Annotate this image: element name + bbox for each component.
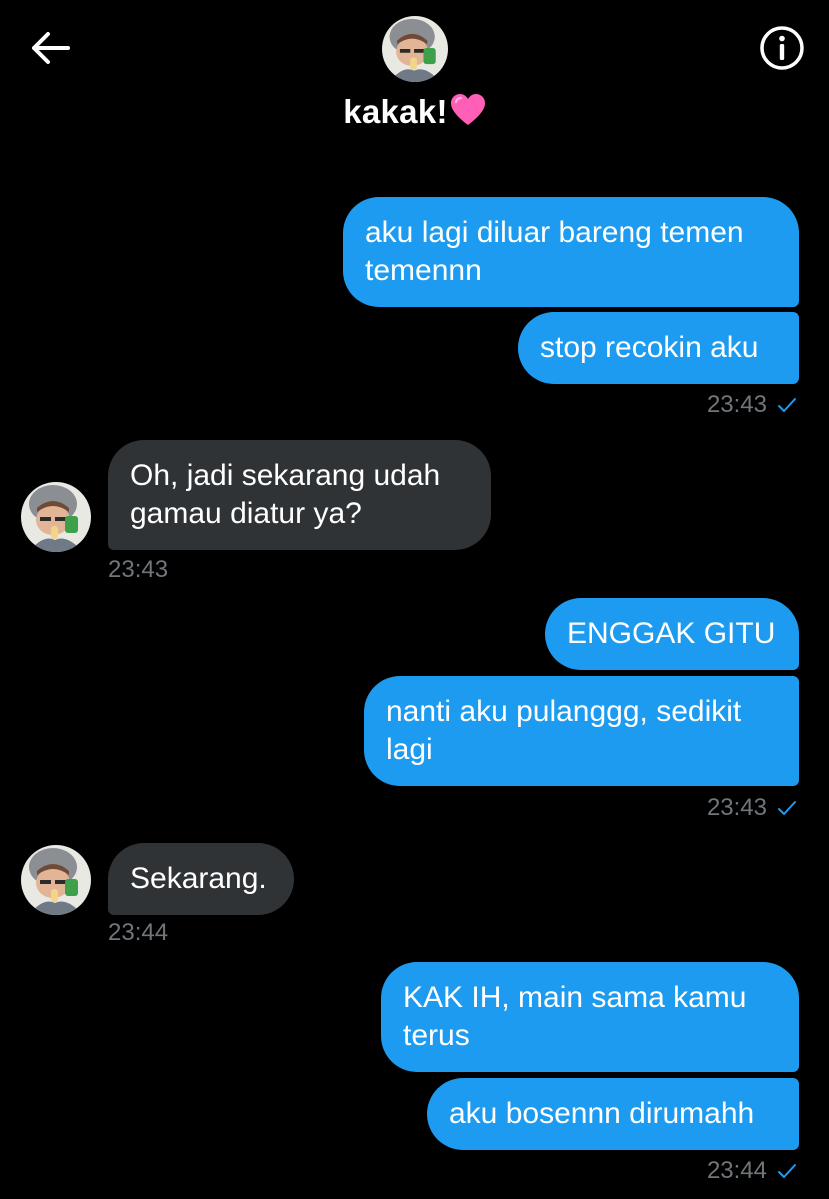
sender-avatar[interactable] — [21, 845, 91, 915]
pink-heart-emoji-icon — [450, 94, 485, 125]
message-meta: 23:44 — [707, 1157, 797, 1185]
message-timestamp: 23:44 — [706, 1157, 767, 1184]
message-text: Sekarang. — [130, 862, 267, 895]
message-bubble-incoming[interactable]: Oh, jadi sekarang udah gamau diatur ya? — [108, 440, 491, 550]
message-timestamp: 23:43 — [706, 391, 767, 418]
message-bubble-outgoing[interactable]: stop recokin aku — [518, 312, 799, 384]
avatar-image — [21, 845, 91, 915]
conversation-header: kakak! — [0, 0, 829, 150]
message-timestamp: 23:43 — [108, 556, 169, 583]
message-meta: 23:43 — [707, 391, 797, 419]
avatar-image — [382, 16, 448, 82]
message-bubble-outgoing[interactable]: aku bosennn dirumahh — [427, 1078, 799, 1150]
message-text: KAK IH, main sama kamu terus — [403, 981, 747, 1052]
message-text: aku lagi diluar bareng temen temennn — [365, 216, 744, 287]
message-text: aku bosennn dirumahh — [449, 1097, 755, 1130]
check-icon — [778, 1164, 796, 1178]
message-text: nanti aku pulanggg, sedikit lagi — [386, 695, 742, 766]
message-text: ENGGAK GITU — [567, 617, 776, 650]
message-bubble-outgoing[interactable]: KAK IH, main sama kamu terus — [381, 962, 799, 1072]
conversation-info-button[interactable] — [758, 24, 806, 72]
message-bubble-outgoing[interactable]: aku lagi diluar bareng temen temennn — [343, 197, 799, 307]
message-meta: 23:43 — [707, 794, 797, 822]
contact-name-text: kakak! — [343, 93, 448, 130]
message-text: stop recokin aku — [540, 331, 759, 364]
sender-avatar[interactable] — [21, 482, 91, 552]
avatar-image — [21, 482, 91, 552]
message-timestamp: 23:44 — [108, 919, 169, 946]
contact-avatar[interactable] — [382, 16, 448, 82]
message-bubble-incoming[interactable]: Sekarang. — [108, 843, 294, 915]
back-button[interactable] — [28, 26, 72, 70]
check-icon — [778, 398, 796, 412]
message-timestamp: 23:43 — [706, 794, 767, 821]
check-icon — [778, 801, 796, 815]
message-text: Oh, jadi sekarang udah gamau diatur ya? — [130, 459, 441, 530]
message-bubble-outgoing[interactable]: ENGGAK GITU — [545, 598, 799, 670]
message-bubble-outgoing[interactable]: nanti aku pulanggg, sedikit lagi — [364, 676, 799, 786]
contact-name[interactable]: kakak! — [0, 93, 829, 131]
arrow-left-icon — [32, 32, 70, 64]
info-circle-icon — [760, 26, 804, 70]
